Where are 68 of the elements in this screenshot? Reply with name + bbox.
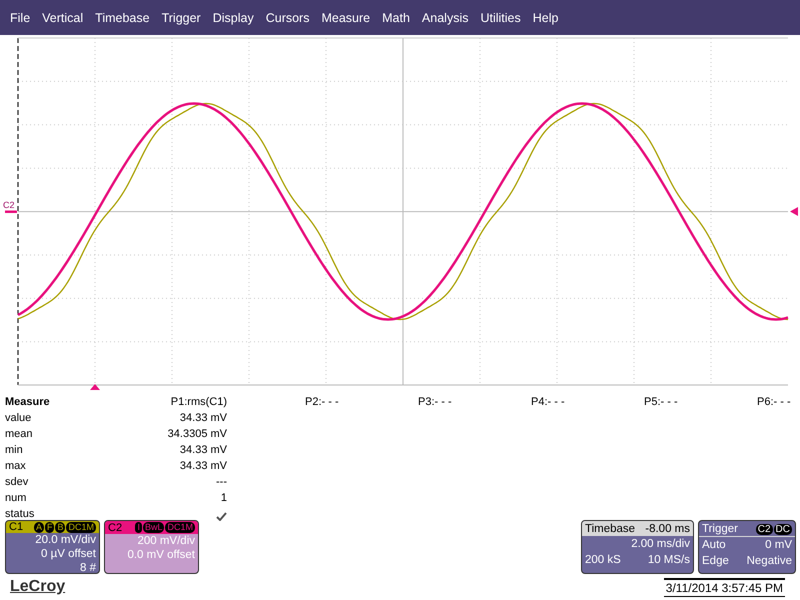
measure-value: 1 <box>220 492 227 506</box>
timebase-delay: -8.00 ms <box>645 522 690 534</box>
logo: LeCroy <box>10 578 66 596</box>
column-header: P1:rms(C1) <box>170 396 227 410</box>
measure-title: Measure <box>5 396 51 410</box>
column-header: P5:- - - <box>644 396 679 410</box>
row-label: max <box>5 460 27 474</box>
menu-item[interactable]: Timebase <box>89 10 156 24</box>
channel-panel[interactable]: C2 I BwL DC1M 200 mV/div 0.0 mV offset <box>104 520 199 574</box>
column-header: P2:- - - <box>305 396 340 410</box>
column-header: P3:- - - <box>418 396 453 410</box>
measure-value: --- <box>215 476 227 490</box>
menu-item[interactable]: Cursors <box>260 10 316 24</box>
trigger-tag: C2 <box>756 524 773 534</box>
level-arrow-icon <box>790 207 798 216</box>
trigger-tag: DC <box>774 524 792 534</box>
trigger-type: Edge <box>702 554 729 569</box>
channel-tag: DC1M <box>66 522 96 532</box>
trigger-panel[interactable]: Trigger C2 DC Auto 0 mV Edge Negative <box>698 520 796 574</box>
menu-item[interactable]: Math <box>376 10 416 24</box>
measure-value: 34.33 mV <box>178 412 227 426</box>
channel-tag: DC1M <box>165 522 195 533</box>
row-label: value <box>5 412 32 426</box>
channel-setting: 8 # <box>79 561 97 573</box>
channel-name: C1 <box>9 521 24 533</box>
channel-setting: 200 mV/div <box>136 534 196 548</box>
channel-tag: B <box>55 522 66 532</box>
checkmark-icon <box>216 512 227 520</box>
channel-tag: I <box>135 522 142 533</box>
channel-tag: A <box>34 522 44 532</box>
channel-panel[interactable]: C1 A F B DC1M 20.0 mV/div 0 µV offset 8 # <box>5 520 100 574</box>
column-header: P4:- - - <box>531 396 566 410</box>
menu-item[interactable]: File <box>4 10 36 24</box>
row-label: sdev <box>5 476 30 490</box>
menu-item[interactable]: Display <box>206 10 260 24</box>
channel-name: C2 <box>108 522 122 534</box>
channel-tag: BwL <box>142 522 164 533</box>
menu-item[interactable]: Vertical <box>36 10 90 24</box>
sample-rate: 10 MS/s <box>648 553 690 568</box>
trigger-level: 0 mV <box>765 538 792 553</box>
trigger-arrow-icon <box>90 384 100 390</box>
channel-marker: C2 <box>3 200 15 210</box>
column-header: P6:- - - <box>757 396 792 410</box>
trigger-slope: Negative <box>746 554 792 569</box>
measure-value: 34.3305 mV <box>166 428 227 442</box>
menu-item[interactable]: Utilities <box>474 10 527 24</box>
row-label: num <box>5 492 28 506</box>
row-label: min <box>5 444 24 458</box>
measure-value: 34.33 mV <box>178 444 227 458</box>
date-time: 3/11/2014 3:57:45 PM <box>664 578 785 596</box>
menu-item[interactable]: Analysis <box>416 10 474 24</box>
panel-title: Timebase <box>585 522 636 534</box>
channel-setting: 20.0 mV/div <box>34 533 97 547</box>
channel-tag: F <box>44 522 54 532</box>
menu-item[interactable]: Measure <box>315 10 376 24</box>
trigger-mode: Auto <box>702 538 726 553</box>
timebase-scale: 2.00 ms/div <box>631 537 690 552</box>
menu-item[interactable]: Help <box>526 10 564 24</box>
row-label: mean <box>5 428 34 442</box>
menu-item[interactable]: Trigger <box>156 10 207 24</box>
level-marker-icon <box>5 210 17 213</box>
measure-value: 34.33 mV <box>178 460 227 474</box>
timebase-panel[interactable]: Timebase -8.00 ms 2.00 ms/div 200 kS 10 MS/s <box>581 520 694 574</box>
row-label: status <box>5 508 36 522</box>
channel-setting: 0 µV offset <box>40 547 97 561</box>
panel-title: Trigger <box>702 522 738 534</box>
sample-count: 200 kS <box>585 553 621 568</box>
channel-setting: 0.0 mV offset <box>126 548 196 562</box>
